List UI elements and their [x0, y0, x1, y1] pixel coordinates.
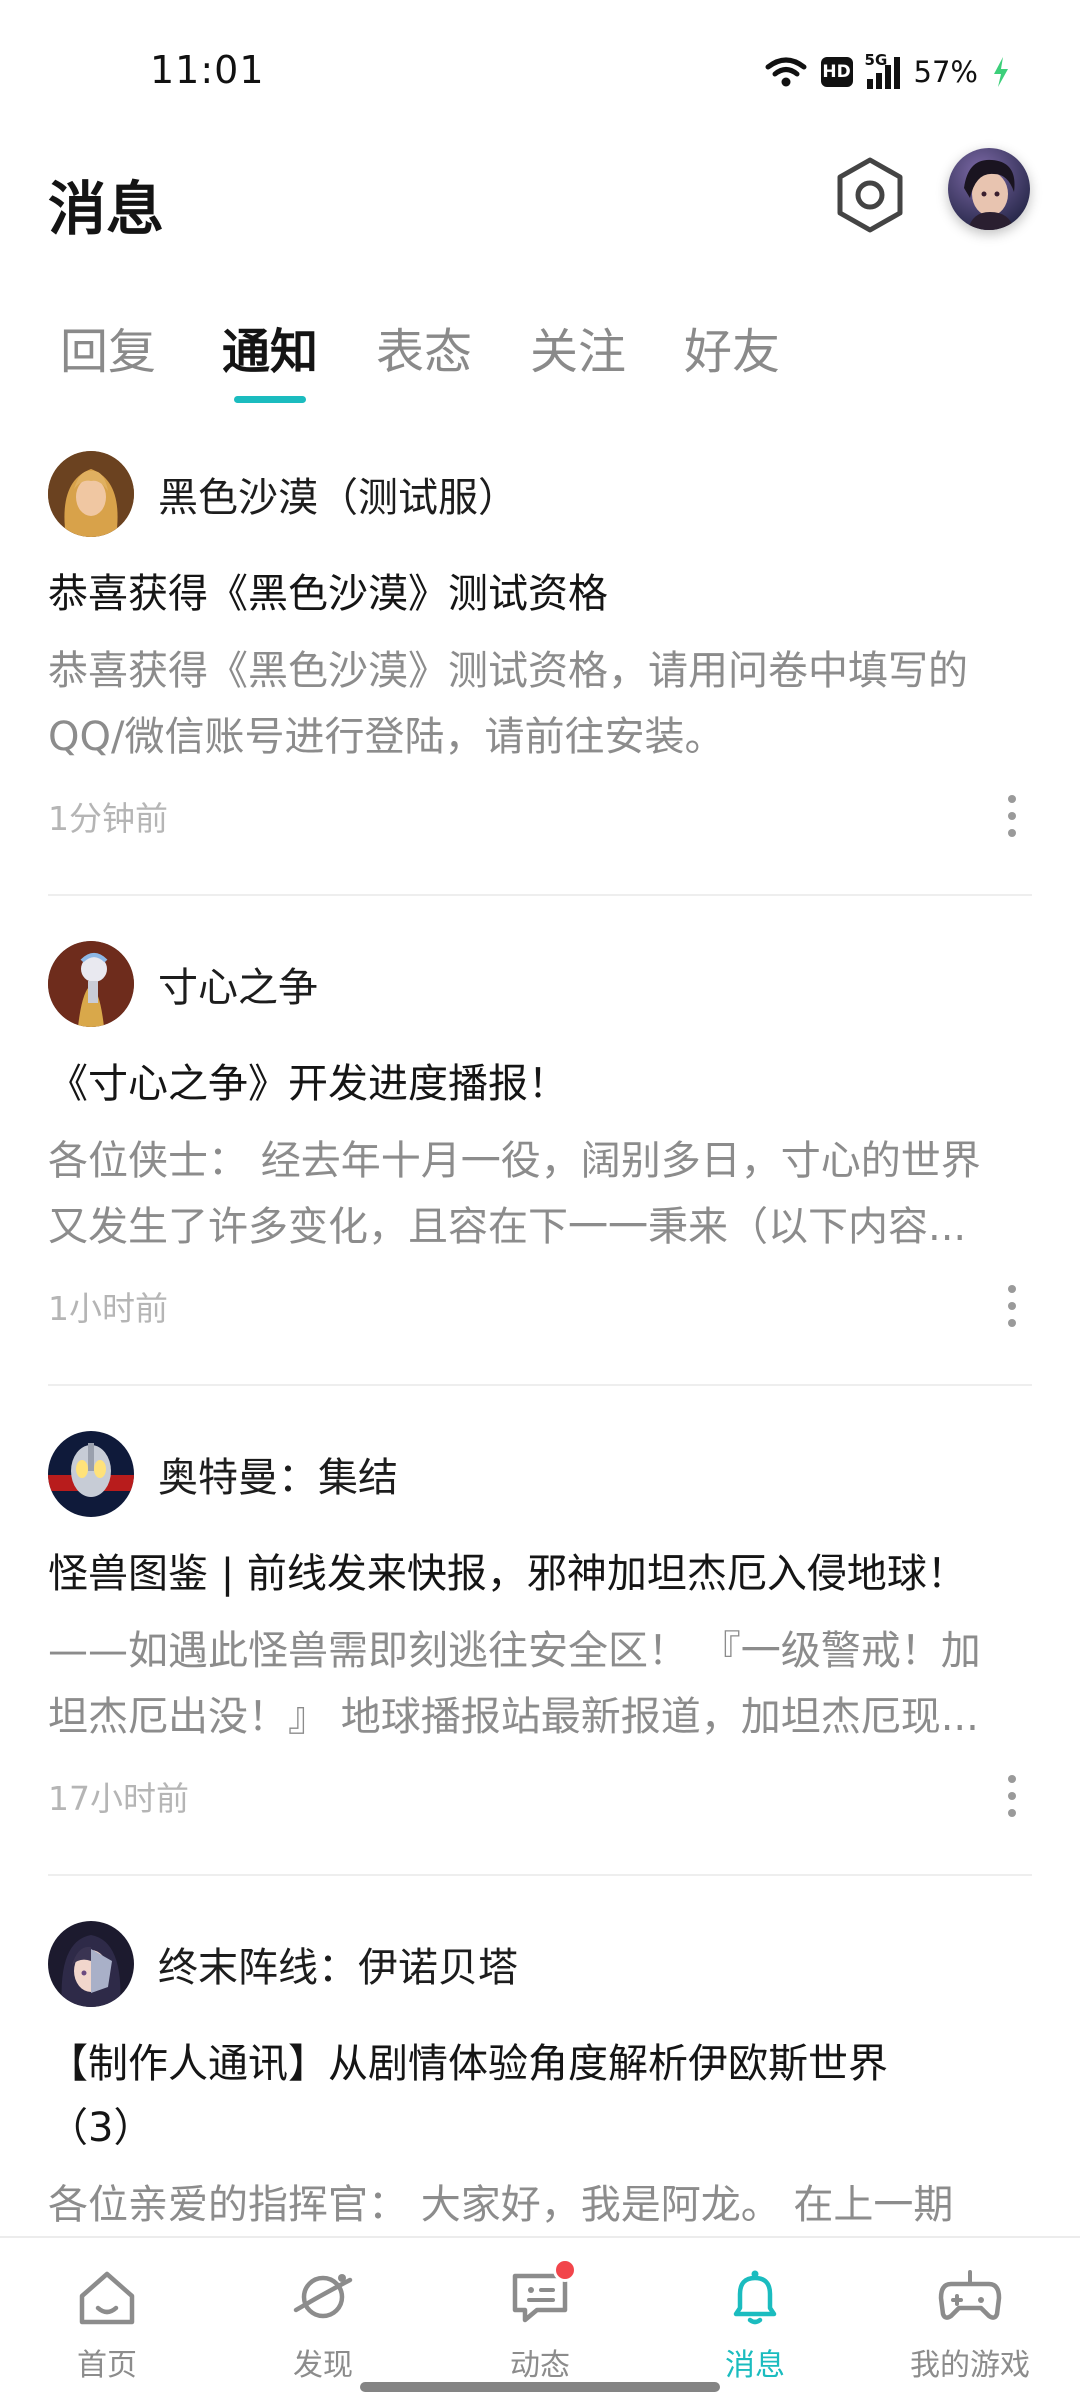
status-time: 11:01 [150, 48, 265, 92]
nav-label: 动态 [510, 2348, 570, 2383]
network-type: 5G [864, 51, 888, 69]
unread-badge [553, 2258, 577, 2282]
title-line: 【制作人通讯】从剧情体验角度解析伊欧斯世界 [48, 2041, 888, 2087]
notification-body: 各位侠士： 经去年十月一役，阔别多日，寸心的世界 又发生了许多变化，且容在下一一… [48, 1128, 1038, 1260]
planet-icon [293, 2274, 353, 2319]
settings-button[interactable] [832, 152, 908, 238]
notification-header: 奥特曼：集结 [48, 1430, 398, 1518]
battery-percent: 57% [913, 55, 978, 89]
nav-my-games[interactable]: 我的游戏 [885, 2266, 1055, 2386]
notification-title: 【制作人通讯】从剧情体验角度解析伊欧斯世界 （3） [48, 2032, 1038, 2160]
body-line: 各位亲爱的指挥官： 大家好，我是阿龙。 在上一期 [48, 2182, 954, 2228]
nav-discover[interactable]: 发现 [238, 2266, 408, 2386]
hexagon-settings-icon [837, 157, 903, 233]
dot [1008, 1775, 1016, 1783]
tab-reply[interactable]: 回复 [60, 312, 156, 382]
notification-body: 恭喜获得《黑色沙漠》测试资格，请用问卷中填写的 QQ/微信账号进行登陆，请前往安… [48, 638, 1038, 770]
game-avatar[interactable] [48, 1921, 134, 2007]
sender-name: 终末阵线：伊诺贝塔 [158, 1945, 518, 1991]
game-avatar[interactable] [48, 941, 134, 1027]
status-icons: HD 5G 57% [765, 50, 1010, 94]
sender-name: 黑色沙漠（测试服） [158, 475, 518, 521]
cunxin-avatar-image [48, 941, 134, 1027]
notification-header: 终末阵线：伊诺贝塔 [48, 1920, 518, 2008]
avatar-image [948, 148, 1030, 230]
notification-time: 1小时前 [48, 1289, 168, 1328]
more-options-button[interactable] [992, 786, 1032, 846]
home-icon [79, 2271, 135, 2325]
hd-badge: HD [820, 57, 853, 87]
header: 消息 [0, 140, 1080, 270]
bell-icon [733, 2270, 777, 2325]
body-line: 坦杰厄出没！』 地球播报站最新报道，加坦杰厄现... [48, 1694, 979, 1740]
dot [1008, 812, 1016, 820]
notification-body: ——如遇此怪兽需即刻逃往安全区！ 『一级警戒！加 坦杰厄出没！』 地球播报站最新… [48, 1618, 1038, 1750]
nav-label: 消息 [725, 2348, 785, 2383]
chat-icon [507, 2258, 577, 2328]
tab-notification[interactable]: 通知 [222, 312, 318, 382]
nav-home[interactable]: 首页 [22, 2266, 192, 2386]
sender-name: 寸心之争 [158, 965, 318, 1011]
nav-messages[interactable]: 消息 [670, 2266, 840, 2386]
more-options-button[interactable] [992, 1766, 1032, 1826]
nav-activity[interactable]: 动态 [455, 2258, 625, 2386]
wifi-icon [765, 57, 807, 87]
active-tab-indicator [234, 396, 306, 403]
messages-page: 11:01 HD 5G 57% 消息 回复 通知 表态 关注 好友 黑色沙漠（测… [0, 0, 1080, 2400]
divider [48, 1384, 1032, 1386]
body-line: ——如遇此怪兽需即刻逃往安全区！ 『一级警戒！加 [48, 1628, 981, 1674]
notification-title: 《寸心之争》开发进度播报！ [48, 1061, 568, 1107]
notification-header: 黑色沙漠（测试服） [48, 450, 518, 538]
dot [1008, 1285, 1016, 1293]
sender-name: 奥特曼：集结 [158, 1455, 398, 1501]
notification-body: 各位亲爱的指挥官： 大家好，我是阿龙。 在上一期 [48, 2172, 1038, 2238]
user-avatar[interactable] [948, 148, 1030, 230]
status-bar: 11:01 HD 5G 57% [0, 0, 1080, 140]
tab-reaction[interactable]: 表态 [376, 312, 472, 382]
dot [1008, 1792, 1016, 1800]
dot [1008, 795, 1016, 803]
gamepad-icon [938, 2270, 1002, 2320]
page-title: 消息 [48, 175, 165, 243]
dot [1008, 1809, 1016, 1817]
tab-friends[interactable]: 好友 [684, 312, 780, 382]
signal-icon: 5G [865, 51, 900, 89]
bottom-nav: 首页 发现 动态 消息 我的游戏 [0, 2236, 1080, 2400]
iinobeta-avatar-image [48, 1921, 134, 2007]
body-line: 又发生了许多变化，且容在下一一秉来（以下内容... [48, 1204, 967, 1250]
ultraman-avatar-image [48, 1431, 134, 1517]
dot [1008, 829, 1016, 837]
title-line: （3） [48, 2105, 154, 2151]
divider [48, 1874, 1032, 1876]
notification-time: 1分钟前 [48, 799, 168, 838]
dot [1008, 1302, 1016, 1310]
notification-title: 恭喜获得《黑色沙漠》测试资格 [48, 571, 608, 617]
notification-title: 怪兽图鉴 | 前线发来快报，邪神加坦杰厄入侵地球！ [48, 1551, 967, 1597]
body-line: 恭喜获得《黑色沙漠》测试资格，请用问卷中填写的 [48, 648, 968, 694]
notification-time: 17小时前 [48, 1779, 189, 1818]
tab-bar: 回复 通知 表态 关注 好友 [0, 300, 1080, 410]
home-indicator[interactable] [360, 2382, 720, 2392]
divider [48, 894, 1032, 896]
dot [1008, 1319, 1016, 1327]
game-avatar[interactable] [48, 1431, 134, 1517]
more-options-button[interactable] [992, 1276, 1032, 1336]
nav-label: 发现 [293, 2348, 353, 2383]
black-desert-avatar-image [48, 451, 134, 537]
body-line: 各位侠士： 经去年十月一役，阔别多日，寸心的世界 [48, 1138, 981, 1184]
body-line: QQ/微信账号进行登陆，请前往安装。 [48, 714, 725, 760]
tab-follow[interactable]: 关注 [530, 312, 626, 382]
notification-header: 寸心之争 [48, 940, 318, 1028]
nav-label: 我的游戏 [910, 2348, 1030, 2383]
charging-icon [994, 57, 1008, 87]
game-avatar[interactable] [48, 451, 134, 537]
nav-label: 首页 [77, 2348, 137, 2383]
